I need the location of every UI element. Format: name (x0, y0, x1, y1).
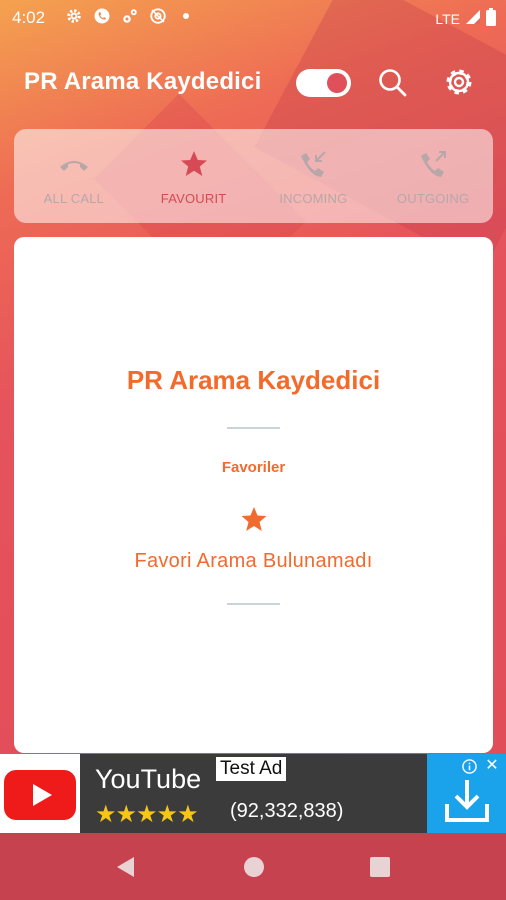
tab-label-outgoing: OUTGOING (396, 191, 470, 206)
divider-bottom (227, 603, 280, 605)
search-icon (379, 69, 407, 97)
star-icon (180, 151, 207, 176)
ad-info-icon[interactable] (462, 759, 477, 774)
tab-incoming[interactable]: INCOMING (254, 129, 374, 223)
section-label: Favoriler (221, 459, 286, 476)
status-bar: 4:02 LTE (0, 0, 506, 34)
status-time: 4:02 (12, 8, 46, 27)
ad-close-icon[interactable]: ✕ (484, 758, 500, 774)
gear-icon (446, 69, 472, 95)
whatsapp-icon (92, 6, 111, 25)
network-label: LTE (435, 10, 460, 27)
favourite-star-icon (241, 507, 267, 531)
settings-icon (64, 6, 83, 25)
battery-icon (486, 8, 496, 29)
signal-icon (465, 9, 481, 28)
ad-title[interactable]: YouTube (95, 764, 201, 795)
incoming-call-icon (301, 151, 327, 177)
youtube-play-icon (4, 770, 76, 820)
system-nav-bar (0, 833, 506, 900)
toggle-knob (327, 73, 347, 93)
ad-banner[interactable]: YouTube Test Ad ★★★★★ (92,332,838) ✕ (0, 754, 506, 833)
back-icon[interactable] (114, 855, 138, 879)
app-title: PR Arama Kaydedici (24, 68, 262, 95)
tab-label-incoming: INCOMING (279, 191, 348, 206)
recording-toggle[interactable] (296, 69, 351, 97)
divider-top (227, 427, 280, 429)
favourites-card: PR Arama Kaydedici Favoriler Favori Aram… (14, 237, 493, 753)
tab-all-call[interactable]: ALL CALL (14, 129, 134, 223)
recents-icon[interactable] (368, 855, 392, 879)
search-button[interactable] (376, 66, 408, 98)
ad-rating-stars: ★★★★★ (95, 801, 199, 828)
test-ad-tag: Test Ad (216, 757, 287, 781)
at-icon (148, 6, 167, 25)
download-icon (445, 780, 489, 822)
settings-button[interactable] (442, 65, 476, 99)
home-icon[interactable] (242, 855, 266, 879)
tab-favourit[interactable]: FAVOURIT (134, 129, 254, 223)
card-title: PR Arama Kaydedici (126, 365, 381, 395)
gear-small-icon (120, 6, 139, 25)
tab-outgoing[interactable]: OUTGOING (373, 129, 493, 223)
tab-label-favourit: FAVOURIT (160, 191, 227, 206)
dot-icon (176, 6, 195, 25)
ad-rating-count: (92,332,838) (230, 800, 344, 822)
tab-label-all-call: ALL CALL (43, 191, 105, 206)
outgoing-call-icon (421, 151, 447, 177)
call-tabs: ALL CALL FAVOURIT INCOMING OUTGOING (14, 129, 493, 223)
empty-message: Favori Arama Bulunamadı (134, 550, 373, 572)
app-bar: PR Arama Kaydedici (0, 52, 506, 112)
youtube-logo[interactable] (0, 754, 80, 833)
phone-hangup-icon (59, 161, 88, 171)
